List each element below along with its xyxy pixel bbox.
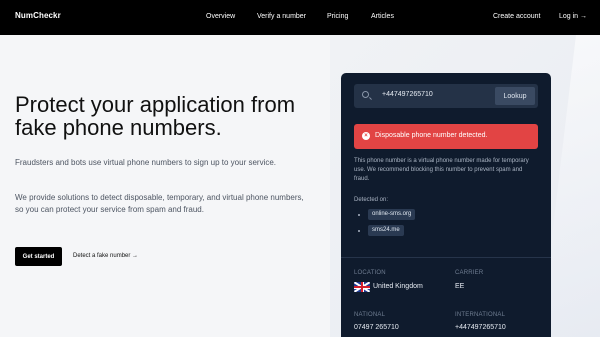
national-value: 07497 265710	[354, 324, 399, 331]
nav-link-verify[interactable]: Verify a number	[257, 13, 306, 20]
carrier-label: CARRIER	[455, 270, 484, 276]
international-label: INTERNATIONAL	[455, 312, 506, 318]
lookup-card: +447497265710 Lookup × Disposable phone …	[341, 73, 551, 337]
hero-paragraph-1: Fraudsters and bots use virtual phone nu…	[15, 158, 277, 167]
divider	[341, 257, 551, 258]
alert-banner: × Disposable phone number detected.	[354, 124, 538, 149]
lookup-button[interactable]: Lookup	[495, 87, 535, 105]
login-link[interactable]: Log in →	[559, 13, 587, 20]
international-value: +447497265710	[455, 324, 506, 331]
create-account-link[interactable]: Create account	[493, 13, 540, 20]
detected-on-label: Detected on:	[354, 197, 389, 203]
bullet-dot	[358, 230, 360, 232]
phone-number-value[interactable]: +447497265710	[382, 91, 433, 98]
detected-site-tag: sms24.me	[368, 225, 404, 236]
alert-text: Disposable phone number detected.	[375, 132, 488, 139]
logo[interactable]: NumCheckr	[15, 11, 61, 20]
location-value: United Kingdom	[373, 283, 423, 290]
detect-fake-number-link[interactable]: Detect a fake number →	[73, 253, 138, 259]
detected-site-tag: online-sms.org	[368, 209, 416, 220]
uk-flag-icon	[354, 282, 370, 292]
search-icon	[362, 91, 369, 98]
carrier-value: EE	[455, 283, 465, 290]
national-label: NATIONAL	[354, 312, 386, 318]
result-description: This phone number is a virtual phone num…	[354, 158, 529, 182]
get-started-button[interactable]: Get started	[15, 247, 62, 266]
x-circle-icon: ×	[362, 132, 370, 140]
nav-link-overview[interactable]: Overview	[206, 13, 235, 20]
hero-title: Protect your application from fake phone…	[15, 92, 296, 140]
hero-paragraph-2: We provide solutions to detect disposabl…	[15, 193, 304, 214]
nav-link-articles[interactable]: Articles	[371, 13, 394, 20]
bullet-dot	[358, 214, 360, 216]
location-label: LOCATION	[354, 270, 386, 276]
nav-link-pricing[interactable]: Pricing	[327, 13, 348, 20]
phone-search-input[interactable]: +447497265710 Lookup	[354, 84, 538, 108]
top-nav: NumCheckr Overview Verify a number Prici…	[0, 0, 600, 35]
